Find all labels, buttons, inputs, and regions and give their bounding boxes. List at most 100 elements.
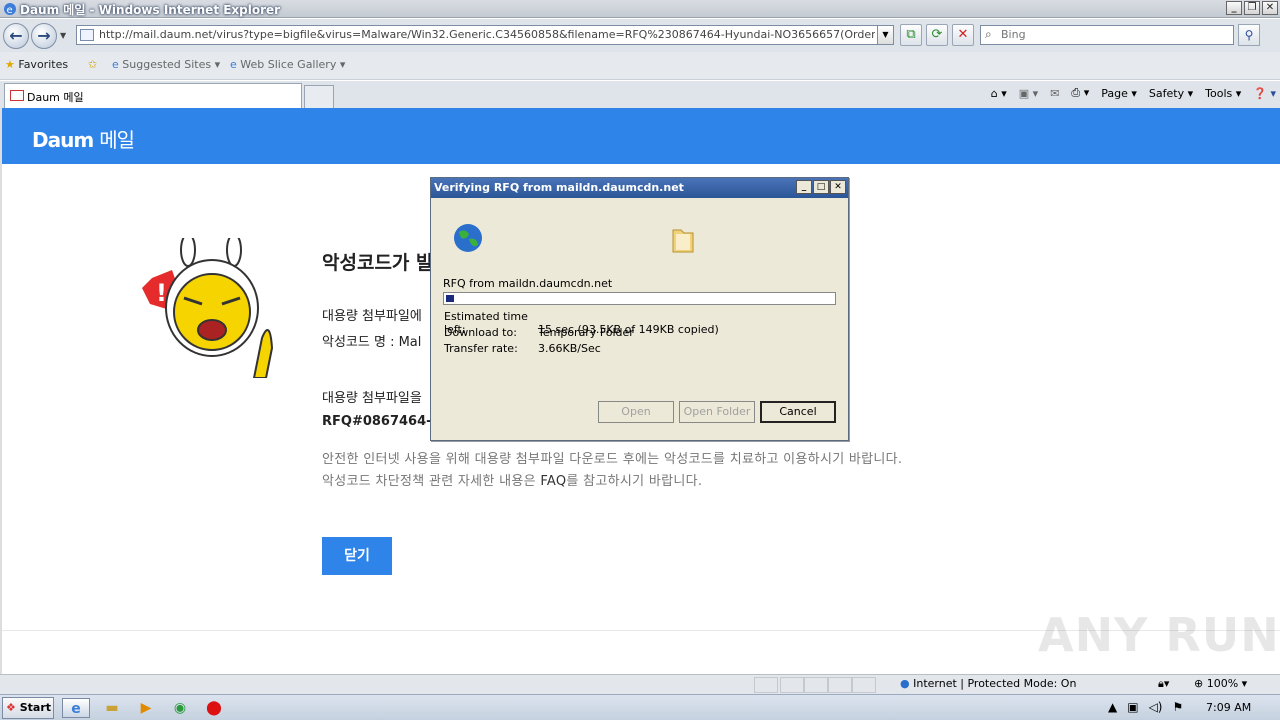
- window-titlebar: e Daum 메일 - Windows Internet Explorer _ …: [0, 0, 1280, 18]
- search-input[interactable]: [1001, 28, 1229, 41]
- minimize-button[interactable]: _: [1226, 1, 1242, 15]
- anyrun-watermark: ANY RUN: [1038, 608, 1280, 662]
- close-button[interactable]: 닫기: [322, 537, 392, 575]
- help-icon[interactable]: ❓ ▾: [1253, 87, 1276, 100]
- windows-logo-icon: ❖: [6, 701, 16, 714]
- print-icon[interactable]: ⎙ ▾: [1071, 86, 1089, 100]
- mail-favicon-icon: [80, 29, 94, 41]
- download-info-row: Download to: Temporary Folder: [444, 326, 634, 339]
- folder-icon: [672, 229, 694, 253]
- warning-mascot-icon: !: [142, 238, 274, 378]
- dialog-titlebar: Verifying RFQ from maildn.daumcdn.net _ …: [431, 178, 848, 198]
- system-tray: ▲ ▣ ◁) ⚑: [1108, 700, 1183, 714]
- search-provider-icon: ⌕: [985, 27, 992, 41]
- read-mail-icon[interactable]: ✉: [1050, 87, 1059, 100]
- status-segment: [780, 677, 804, 693]
- explorer-taskbar-icon[interactable]: ▬: [98, 698, 126, 718]
- restore-button[interactable]: ❐: [1244, 1, 1260, 15]
- ie-taskbar-icon[interactable]: e: [62, 698, 90, 718]
- forward-icon[interactable]: →: [31, 23, 57, 49]
- tools-menu[interactable]: Tools ▾: [1205, 87, 1241, 100]
- cancel-button[interactable]: Cancel: [760, 401, 836, 423]
- zoom-level[interactable]: ⊕ 100% ▾: [1194, 677, 1247, 690]
- malware-name-line: 악성코드 명 : Mal: [322, 335, 422, 350]
- lock-icon[interactable]: 🔒︎▾: [1158, 677, 1169, 691]
- download-info-value: Temporary Folder: [538, 326, 634, 339]
- home-icon[interactable]: ⌂ ▾: [991, 87, 1007, 100]
- dialog-maximize-button[interactable]: □: [813, 180, 829, 194]
- web-slice-gallery-link[interactable]: e Web Slice Gallery ▾: [230, 58, 345, 71]
- window-title: Daum 메일 - Windows Internet Explorer: [20, 3, 281, 17]
- volume-icon[interactable]: ◁): [1149, 700, 1163, 714]
- new-tab-button[interactable]: [304, 85, 334, 108]
- start-button[interactable]: ❖ Start: [2, 697, 54, 719]
- ie-icon: e: [4, 3, 16, 16]
- stop-icon[interactable]: ✕: [952, 24, 974, 46]
- address-bar[interactable]: http://mail.daum.net/virus?type=bigfile&…: [76, 25, 894, 45]
- chrome-taskbar-icon[interactable]: ◉: [166, 698, 194, 718]
- safety-menu[interactable]: Safety ▾: [1149, 87, 1193, 100]
- refresh-icon[interactable]: ⟳: [926, 24, 948, 46]
- page-menu[interactable]: Page ▾: [1101, 87, 1137, 100]
- close-window-button[interactable]: ✕: [1262, 1, 1278, 15]
- daum-mail-logo[interactable]: Daum 메일: [32, 124, 135, 153]
- download-source: RFQ from maildn.daumcdn.net: [443, 277, 613, 290]
- show-hidden-icons-icon[interactable]: ▲: [1108, 700, 1117, 714]
- address-url[interactable]: http://mail.daum.net/virus?type=bigfile&…: [99, 28, 875, 41]
- media-player-taskbar-icon[interactable]: ▶: [132, 698, 160, 718]
- download-progress-bar: [443, 292, 836, 305]
- tab-label: Daum 메일: [27, 91, 84, 104]
- info-line-1: 대용량 첨부파일에: [322, 309, 422, 324]
- svg-text:e: e: [7, 5, 13, 16]
- tab-bar: Daum 메일 ⌂ ▾ ▣ ▾ ✉ ⎙ ▾ Page ▾ Safety ▾ To…: [0, 81, 1280, 108]
- blocked-app-taskbar-icon[interactable]: ⬤: [200, 698, 228, 718]
- ie-page-icon: e: [112, 58, 119, 71]
- clock: 7:09 AM: [1206, 701, 1252, 714]
- download-info-row: Transfer rate: 3.66KB/Sec: [444, 342, 601, 355]
- open-button[interactable]: Open: [598, 401, 674, 423]
- flag-icon[interactable]: ⚑: [1173, 700, 1184, 714]
- security-zone[interactable]: ● Internet | Protected Mode: On: [900, 677, 1076, 690]
- page-heading: 악성코드가 발: [322, 252, 434, 274]
- address-dropdown-icon[interactable]: ▼: [877, 26, 893, 44]
- zoom-icon: ⊕: [1194, 677, 1204, 690]
- info-line-3: 대용량 첨부파일을: [322, 391, 422, 406]
- daum-header: Daum 메일: [2, 108, 1280, 164]
- status-bar: ● Internet | Protected Mode: On 🔒︎▾ ⊕ 10…: [0, 674, 1280, 694]
- favorites-button[interactable]: ★ Favorites: [5, 58, 68, 71]
- status-segment: [804, 677, 828, 693]
- search-box[interactable]: ⌕: [980, 25, 1234, 45]
- mail-favicon-icon: [10, 90, 24, 101]
- tab-daum-mail[interactable]: Daum 메일: [4, 83, 302, 108]
- policy-notice: 악성코드 차단정책 관련 자세한 내용은 FAQ를 참고하시기 바랍니다.: [322, 474, 703, 489]
- safety-notice: 안전한 인터넷 사용을 위해 대용량 첨부파일 다운로드 후에는 악성코드를 치…: [322, 452, 903, 467]
- compatibility-view-icon[interactable]: ⧉: [900, 24, 922, 46]
- download-info-key: Download to:: [444, 326, 517, 339]
- star-icon: ★: [5, 58, 15, 71]
- globe-icon: ●: [900, 677, 910, 690]
- add-favorites-icon[interactable]: ✩: [88, 58, 97, 71]
- status-segment: [828, 677, 852, 693]
- history-dropdown-icon[interactable]: ▼: [60, 31, 66, 40]
- download-info-value: 3.66KB/Sec: [538, 342, 601, 355]
- progress-fill: [446, 295, 454, 302]
- network-icon[interactable]: ▣: [1127, 700, 1138, 714]
- status-segment: [754, 677, 778, 693]
- dialog-close-button[interactable]: ✕: [830, 180, 846, 194]
- feeds-icon[interactable]: ▣ ▾: [1019, 87, 1038, 100]
- open-folder-button[interactable]: Open Folder: [679, 401, 755, 423]
- ie-page-icon: e: [230, 58, 237, 71]
- dialog-title: Verifying RFQ from maildn.daumcdn.net: [434, 181, 684, 194]
- address-toolbar: ← → ▼ http://mail.daum.net/virus?type=bi…: [0, 19, 1280, 52]
- favorites-bar: ★ Favorites ✩ e Suggested Sites ▾ e Web …: [0, 52, 1280, 80]
- search-icon[interactable]: ⚲: [1238, 24, 1260, 46]
- faq-link[interactable]: FAQ: [540, 474, 566, 489]
- suggested-sites-link[interactable]: e Suggested Sites ▾: [112, 58, 220, 71]
- globe-icon: [454, 224, 482, 252]
- download-info-key: Transfer rate:: [444, 342, 518, 355]
- status-segment: [852, 677, 876, 693]
- taskbar: ❖ Start e ▬ ▶ ◉ ⬤ ▲ ▣ ◁) ⚑ 7:09 AM: [0, 694, 1280, 720]
- dialog-minimize-button[interactable]: _: [796, 180, 812, 194]
- download-dialog: Verifying RFQ from maildn.daumcdn.net _ …: [430, 177, 849, 441]
- back-icon[interactable]: ←: [3, 23, 29, 49]
